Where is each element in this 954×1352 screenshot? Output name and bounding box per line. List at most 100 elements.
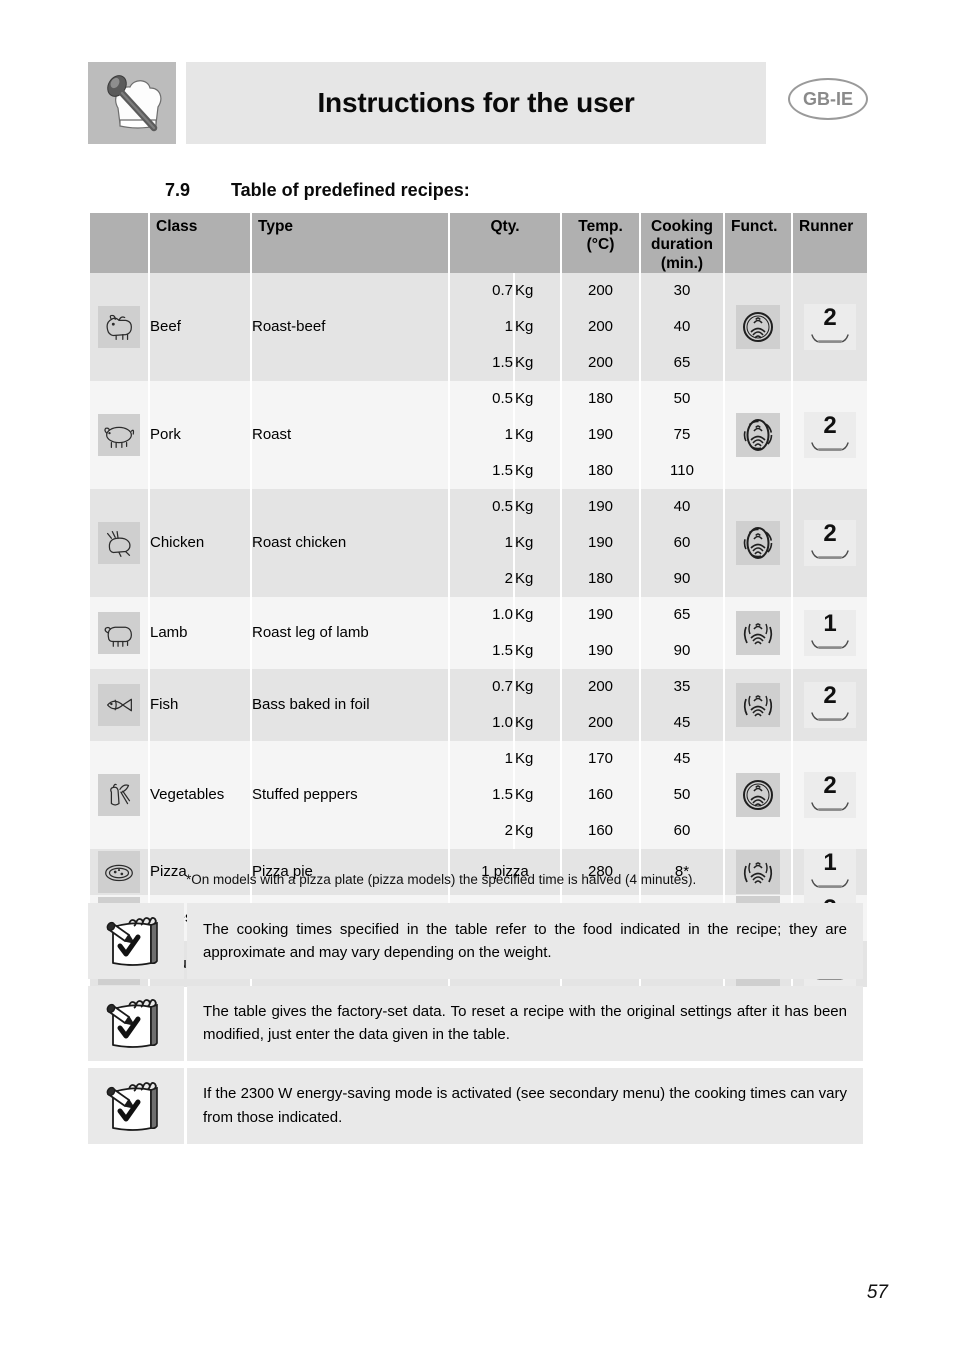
oven-shelf-icon [810, 799, 850, 816]
cell-function [725, 740, 791, 849]
cell-temperature: 190 [562, 632, 639, 669]
cell-class: Pork [150, 380, 250, 489]
col-header-cook-line1: Cooking [651, 218, 713, 235]
cell-runner: 2 [793, 740, 867, 849]
cell-duration: 110 [641, 452, 723, 489]
runner-level-icon: 2 [804, 771, 856, 818]
cell-function [725, 668, 791, 741]
cell-duration: 30 [641, 272, 723, 309]
cell-type: Roast-beef [252, 272, 448, 381]
cell-qty: 1.5 [450, 344, 513, 381]
table-row: Vegetables Stuffed peppers 1 Kg 170 45 2 [90, 740, 867, 849]
cell-qty: 1.5 [450, 452, 513, 489]
notepad-pencil-check-icon [88, 986, 184, 1061]
vegetables-icon [98, 773, 140, 816]
cell-temperature: 190 [562, 524, 639, 561]
col-header-class: Class [150, 213, 250, 273]
cell-temperature: 200 [562, 668, 639, 705]
cell-temperature: 180 [562, 560, 639, 597]
cell-function [725, 272, 791, 381]
cell-qty: 0.7 [450, 668, 513, 705]
cell-duration: 50 [641, 776, 723, 813]
note-row: The cooking times specified in the table… [88, 903, 863, 979]
cell-qty: 1 [450, 308, 513, 345]
cell-qty-unit: Kg [515, 560, 560, 597]
cell-qty-unit: Kg [515, 488, 560, 525]
cell-qty: 2 [450, 560, 513, 597]
cell-qty-unit: Kg [515, 740, 560, 777]
cell-qty-unit: Kg [515, 380, 560, 417]
predefined-recipes-table: Class Type Qty. Temp. (°C) Cooking durat… [88, 213, 869, 987]
cell-duration: 45 [641, 704, 723, 741]
cell-temperature: 200 [562, 272, 639, 309]
cell-duration: 45 [641, 740, 723, 777]
fan-open-icon [736, 610, 780, 655]
section-number: 7.9 [165, 180, 191, 200]
cell-qty: 0.7 [450, 272, 513, 309]
cow-icon [98, 305, 140, 348]
language-badge-label: GB-IE [802, 88, 853, 109]
runner-level-number: 2 [823, 303, 837, 331]
cell-type: Roast [252, 380, 448, 489]
cell-runner: 2 [793, 380, 867, 489]
note-text: The table gives the factory-set data. To… [187, 986, 863, 1061]
runner-level-icon: 2 [804, 411, 856, 458]
cell-qty-unit: Kg [515, 776, 560, 813]
cell-qty-unit: Kg [515, 812, 560, 849]
class-icon-cell [90, 380, 148, 489]
cell-qty: 1 [450, 524, 513, 561]
cell-duration: 35 [641, 668, 723, 705]
cell-qty-unit: Kg [515, 416, 560, 453]
cell-qty-unit: Kg [515, 632, 560, 669]
table-row: Fish Bass baked in foil 0.7 Kg 200 35 2 [90, 668, 867, 741]
runner-level-icon: 2 [804, 681, 856, 728]
cell-function [725, 380, 791, 489]
cell-type: Roast leg of lamb [252, 596, 448, 669]
cell-qty: 0.5 [450, 488, 513, 525]
cell-qty: 1 [450, 740, 513, 777]
cell-qty: 2 [450, 812, 513, 849]
cell-duration: 60 [641, 812, 723, 849]
fish-icon [98, 683, 140, 726]
cell-class: Chicken [150, 488, 250, 597]
page-header: Instructions for the user GB-IE [88, 62, 868, 144]
cell-temperature: 200 [562, 704, 639, 741]
cell-function [725, 488, 791, 597]
page-title-bar: Instructions for the user [186, 62, 766, 144]
chicken-icon [98, 521, 140, 564]
cell-qty-unit: Kg [515, 272, 560, 309]
oven-shelf-icon [810, 547, 850, 564]
note-row: The table gives the factory-set data. To… [88, 986, 863, 1061]
cell-temperature: 160 [562, 776, 639, 813]
cell-type: Stuffed peppers [252, 740, 448, 849]
notes-section: The cooking times specified in the table… [88, 903, 863, 1151]
cell-qty-unit: Kg [515, 704, 560, 741]
chef-hat-spoon-icon [88, 62, 176, 144]
cell-temperature: 200 [562, 344, 639, 381]
runner-level-icon: 2 [804, 303, 856, 350]
runner-level-number: 2 [823, 771, 837, 799]
fan-rings-icon [736, 520, 780, 565]
col-header-icon [90, 213, 148, 273]
runner-level-number: 2 [823, 519, 837, 547]
runner-level-icon: 1 [804, 609, 856, 656]
cell-temperature: 190 [562, 596, 639, 633]
col-header-qty: Qty. [450, 213, 560, 273]
note-text: The cooking times specified in the table… [187, 903, 863, 979]
cell-temperature: 180 [562, 452, 639, 489]
lamb-icon [98, 611, 140, 654]
cell-temperature: 180 [562, 380, 639, 417]
oven-shelf-icon [810, 637, 850, 654]
fan-rings-icon [736, 412, 780, 457]
col-header-cook-line3: (min.) [660, 254, 704, 272]
col-header-cooking-duration: Cooking duration (min.) [641, 213, 723, 273]
class-icon-cell [90, 488, 148, 597]
cell-class: Lamb [150, 596, 250, 669]
cell-class: Fish [150, 668, 250, 741]
cell-duration: 60 [641, 524, 723, 561]
cell-duration: 65 [641, 596, 723, 633]
cell-duration: 90 [641, 560, 723, 597]
cell-duration: 40 [641, 488, 723, 525]
oven-shelf-icon [810, 331, 850, 348]
cell-temperature: 200 [562, 308, 639, 345]
